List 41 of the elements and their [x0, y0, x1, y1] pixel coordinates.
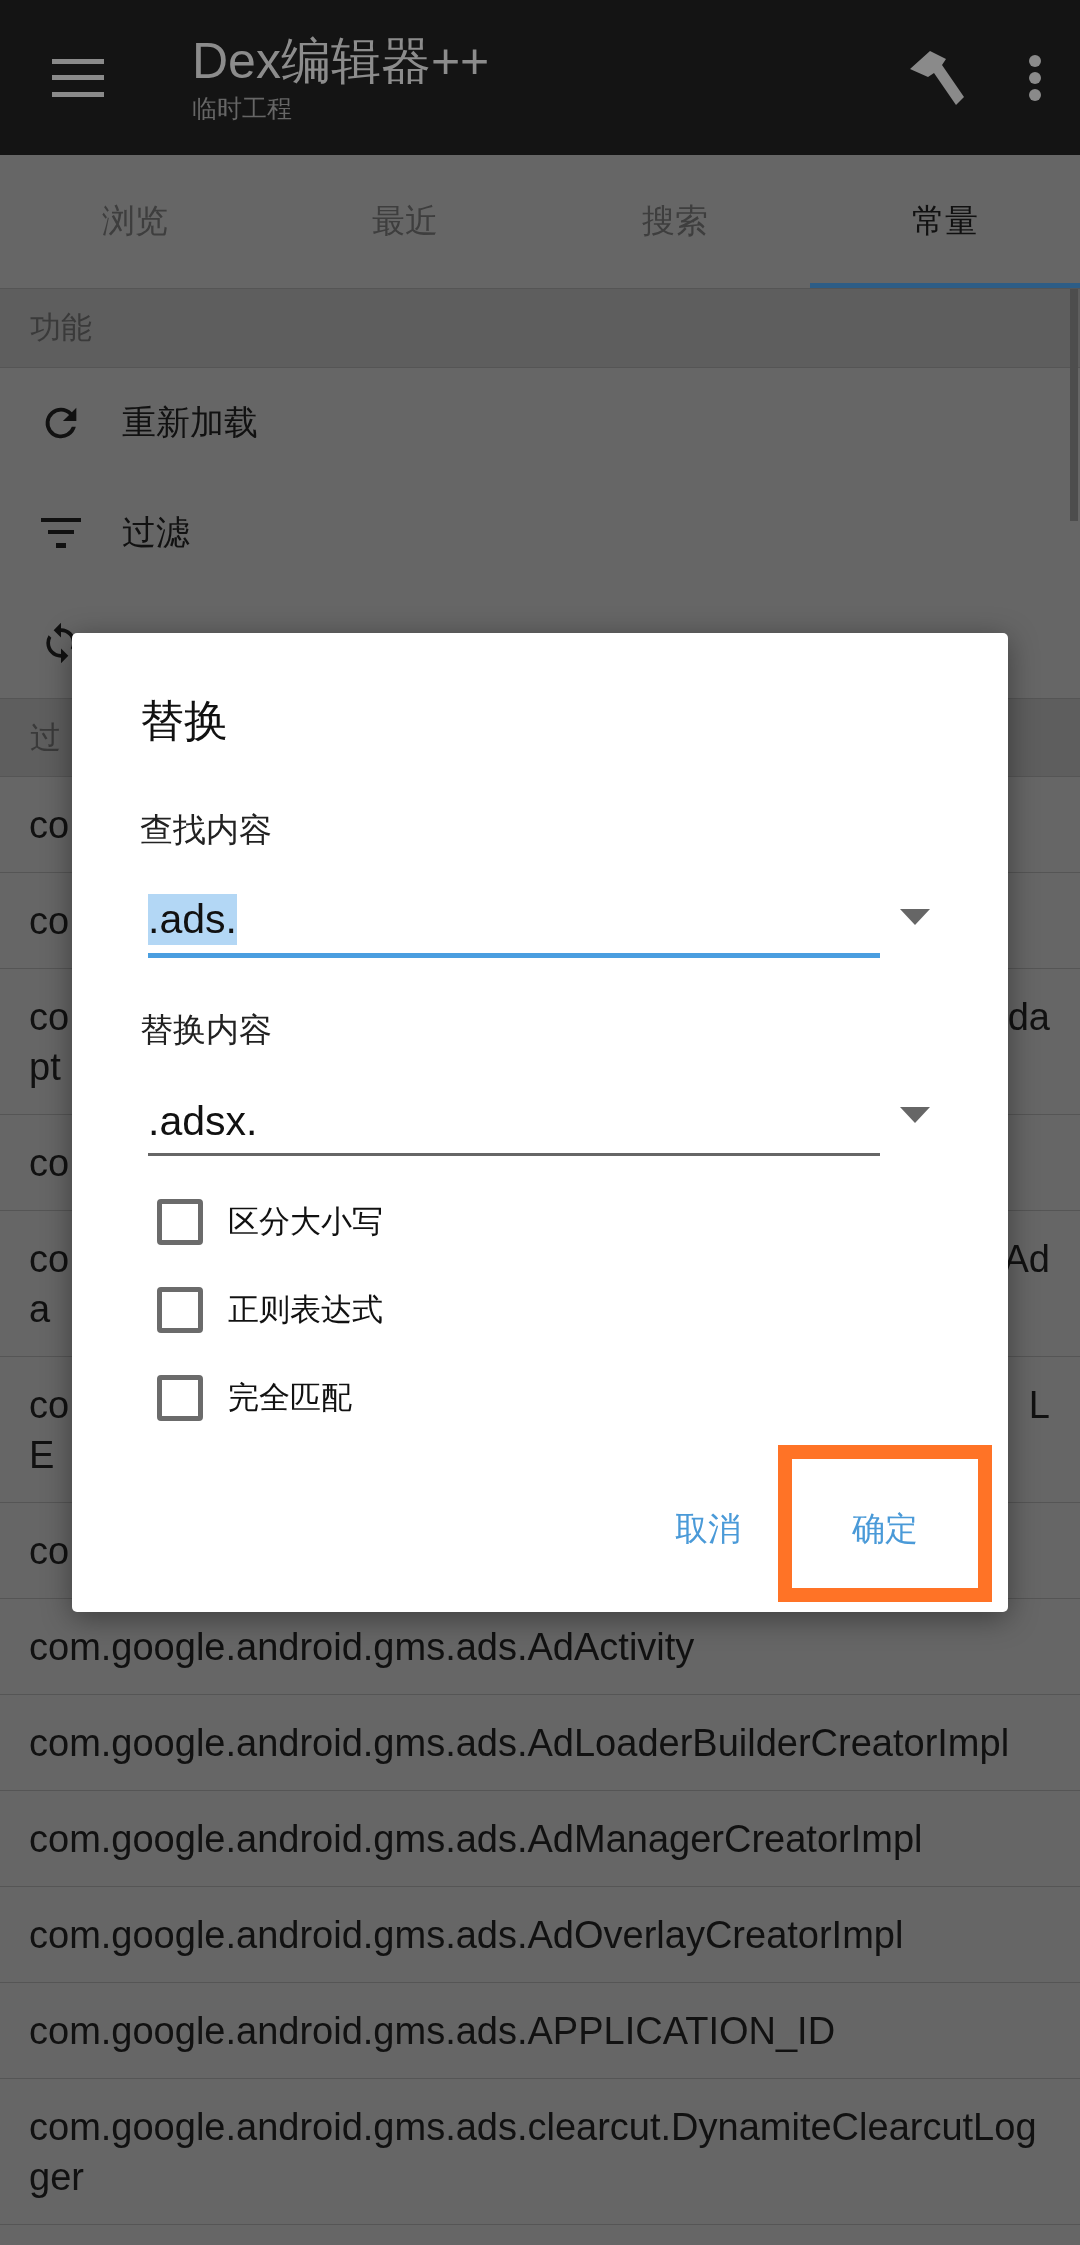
dialog-title: 替换 — [140, 695, 229, 747]
constant-name-fragment[interactable]: co — [29, 1234, 70, 1284]
input-field[interactable]: .adsx. — [148, 1073, 880, 1156]
constant-name-fragment[interactable]: da — [1007, 992, 1050, 1042]
constant-name-fragment[interactable]: a — [29, 1284, 70, 1334]
constant-name[interactable]: com.google.android.gms.ads.AdActivity — [29, 1622, 695, 1672]
menu-item[interactable]: 重新加载 — [122, 400, 258, 446]
constant-name[interactable]: com.google.android.gms.ads.AdOverlayCreatorImpl — [29, 1910, 904, 1960]
constant-name-fragment[interactable]: co — [29, 1526, 70, 1576]
constant-name-fragment[interactable]: E — [29, 1430, 70, 1480]
constant-name-fragment[interactable]: co — [29, 1138, 70, 1188]
constant-name-fragment[interactable]: L — [1028, 1380, 1050, 1430]
dialog-button[interactable]: 确定 — [832, 1482, 938, 1577]
option-label[interactable]: 区分大小写 — [228, 1201, 383, 1243]
dropdown-arrow-icon[interactable] — [900, 908, 930, 925]
constant-name[interactable]: com.google.android.gms.ads.AdManagerCreatorImpl — [29, 1814, 923, 1864]
constant-name-fragment[interactable]: co — [29, 1380, 70, 1430]
checkbox[interactable] — [157, 1375, 203, 1421]
checkbox[interactable] — [157, 1199, 203, 1245]
menu-item[interactable]: 过滤 — [122, 510, 190, 556]
checkbox[interactable] — [157, 1287, 203, 1333]
option-label[interactable]: 正则表达式 — [228, 1289, 383, 1331]
constant-name-fragment[interactable]: co — [29, 896, 70, 946]
hammer-icon[interactable] — [908, 50, 966, 105]
menu-icon[interactable] — [52, 58, 104, 97]
field-label: 查找内容 — [140, 810, 273, 850]
dialog-button[interactable]: 取消 — [655, 1482, 761, 1577]
filter-icon — [41, 518, 81, 548]
option-label[interactable]: 完全匹配 — [228, 1377, 352, 1419]
app-title: Dex编辑器++ — [192, 31, 491, 91]
more-options-icon[interactable] — [1028, 54, 1042, 101]
dropdown-arrow-icon[interactable] — [900, 1106, 930, 1123]
field-label: 替换内容 — [140, 1010, 273, 1050]
app-subtitle: 临时工程 — [192, 92, 293, 124]
constant-name-fragment[interactable]: pt — [29, 1042, 70, 1092]
constant-name-fragment[interactable]: co — [29, 992, 70, 1042]
constant-name[interactable]: com.google.android.gms.ads.clearcut.DynamiteClearcutLogger — [29, 2102, 1050, 2202]
input-field[interactable]: .ads. — [148, 875, 880, 958]
constant-name[interactable]: com.google.android.gms.ads.APPLICATION_ID — [29, 2006, 836, 2056]
constant-name[interactable]: com.google.android.gms.ads.AdLoaderBuilderCreatorImpl — [29, 1718, 1010, 1768]
constant-name-fragment[interactable]: co — [29, 800, 70, 850]
